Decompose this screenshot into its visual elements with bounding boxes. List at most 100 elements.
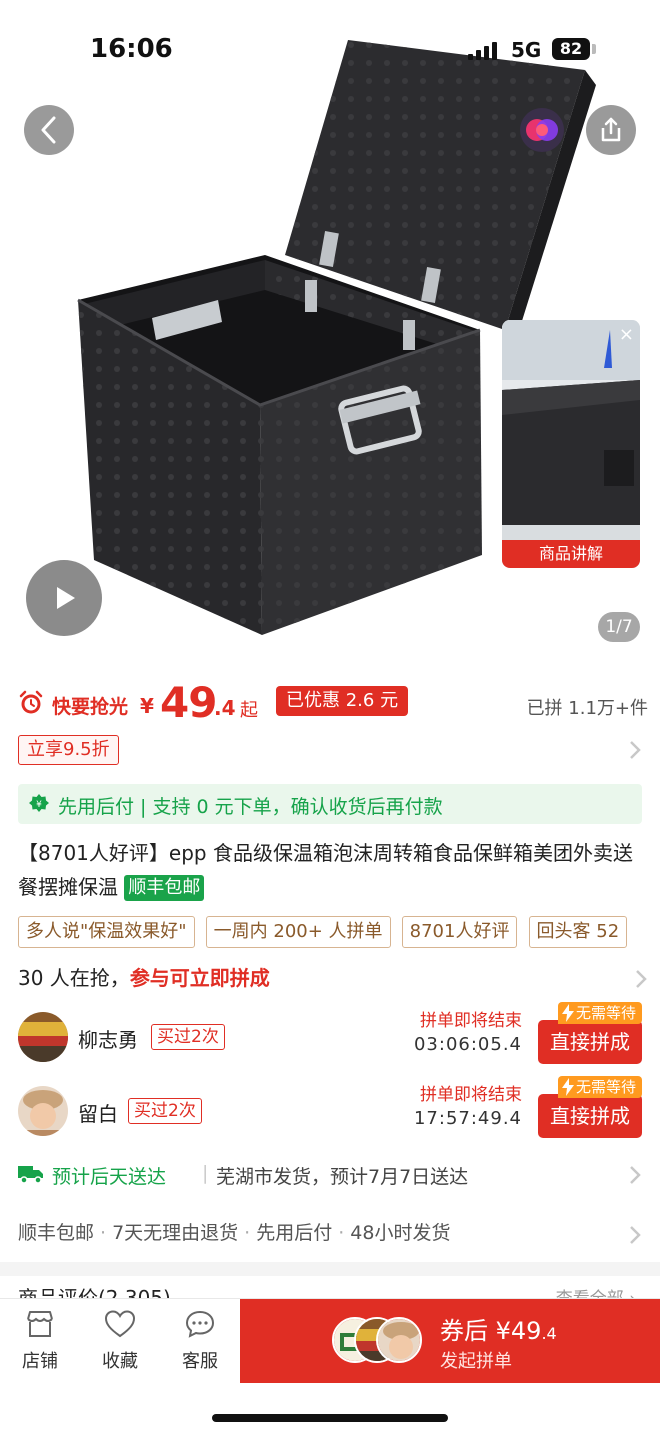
product-title: 【8701人好评】epp 食品级保温箱泡沫周转箱食品保鲜箱美团外卖送餐摆摊保温 … [18, 836, 648, 904]
play-video-button[interactable] [26, 560, 102, 636]
nav-store[interactable]: 店铺 [10, 1309, 70, 1373]
discount-badge: 已优惠 2.6 元 [276, 686, 409, 716]
no-wait-badge: 无需等待 [557, 1076, 642, 1098]
home-indicator[interactable] [212, 1414, 448, 1422]
chevron-right-icon [630, 1226, 641, 1244]
play-icon [57, 587, 75, 609]
service-dot: · [100, 1222, 107, 1244]
service-dot: · [244, 1222, 251, 1244]
avatar-image [18, 1012, 68, 1062]
store-icon [27, 1311, 53, 1337]
avatar [376, 1317, 422, 1363]
group-row: 留白 买过2次 拼单即将结束 17:57:49.4 直接拼成 无需等待 [18, 1076, 642, 1140]
nav-favorite[interactable]: 收藏 [90, 1309, 150, 1373]
pay-after-text: 先用后付 | 支持 0 元下单，确认收货后再付款 [58, 796, 443, 818]
heart-bubble-icon [526, 119, 558, 141]
status-bar: 16:06 5G 82 [0, 0, 660, 100]
nav-label: 客服 [182, 1351, 218, 1372]
no-wait-badge: 无需等待 [557, 1002, 642, 1024]
truck-icon [18, 1166, 43, 1184]
join-group-button[interactable]: 直接拼成 [538, 1094, 642, 1138]
shipping-detail: 芜湖市发货，预计7月7日送达 [216, 1166, 469, 1188]
group-countdown: 03:06:05.4 [413, 1034, 522, 1055]
no-wait-label: 无需等待 [575, 1004, 636, 1022]
service-item: 顺丰包邮 [18, 1222, 95, 1244]
grab-count: 30 人在抢， [18, 966, 130, 990]
bought-badge: 买过2次 [128, 1098, 202, 1124]
floating-assistant-button[interactable] [520, 108, 564, 152]
explainer-video-thumbnail[interactable]: × 商品讲解 [502, 320, 640, 568]
alarm-clock-icon [19, 690, 43, 714]
member-name: 留白 [78, 1102, 118, 1126]
pay-later-icon: ¥ [29, 794, 49, 812]
avatar [18, 1012, 68, 1062]
group-countdown: 17:57:49.4 [413, 1108, 522, 1129]
pay-after-banner[interactable]: ¥ 先用后付 | 支持 0 元下单，确认收货后再付款 [18, 784, 642, 824]
svg-text:¥: ¥ [36, 800, 42, 810]
chat-icon [185, 1310, 215, 1338]
video-preview-image [502, 320, 640, 568]
join-group-button[interactable]: 直接拼成 [538, 1020, 642, 1064]
product-gallery[interactable]: 16:06 5G 82 × 商品讲解 1/7 [0, 0, 660, 665]
nav-label: 店铺 [22, 1351, 58, 1372]
battery-tip [592, 44, 596, 54]
no-wait-label: 无需等待 [575, 1078, 636, 1096]
share-button[interactable] [586, 105, 636, 155]
sold-count: 已拼 1.1万+件 [526, 698, 648, 719]
coupon-tag: 立享9.5折 [18, 735, 119, 765]
shipping-row[interactable]: 预计后天送达 | 芜湖市发货，预计7月7日送达 [18, 1158, 642, 1192]
video-close-button[interactable]: × [619, 324, 634, 345]
tag-item[interactable]: 一周内 200+ 人拼单 [205, 916, 391, 948]
back-button[interactable] [24, 105, 74, 155]
product-title-text: 【8701人好评】epp 食品级保温箱泡沫周转箱食品保鲜箱美团外卖送餐摆摊保温 [18, 841, 633, 899]
cta-price-main: 券后 ¥49 [440, 1317, 542, 1345]
service-item: 先用后付 [256, 1222, 333, 1244]
bought-badge: 买过2次 [151, 1024, 225, 1050]
nav-label: 收藏 [102, 1351, 138, 1372]
price-integer: 49 [160, 678, 217, 727]
currency-symbol: ¥ [140, 694, 154, 718]
shipping-tag: 顺丰包邮 [124, 875, 205, 901]
chevron-right-icon [636, 970, 647, 988]
flash-sale-label: 快要抢光 [52, 696, 129, 718]
group-ending-label: 拼单即将结束 [420, 1011, 522, 1031]
group-ending-label: 拼单即将结束 [420, 1085, 522, 1105]
status-time: 16:06 [90, 34, 173, 64]
cta-subtitle: 发起拼单 [440, 1351, 512, 1372]
cta-price: 券后 ¥49.4 [440, 1311, 557, 1346]
tag-item[interactable]: 多人说"保温效果好" [18, 916, 195, 948]
signal-icon [468, 40, 502, 60]
start-group-buy-button[interactable]: 券后 ¥49.4 发起拼单 [240, 1299, 660, 1383]
lightning-icon [561, 1078, 574, 1096]
coupon-row[interactable]: 立享9.5折 [18, 735, 642, 767]
cta-avatar-stack [332, 1317, 422, 1365]
price-decimal: .4 [214, 696, 236, 720]
delivery-estimate: 预计后天送达 [52, 1166, 167, 1188]
heart-icon [104, 1310, 136, 1338]
section-divider [0, 1262, 660, 1276]
member-name: 柳志勇 [78, 1028, 138, 1052]
chevron-left-icon [41, 116, 56, 144]
avatar-image [18, 1086, 68, 1136]
chevron-right-icon [630, 1166, 641, 1184]
avatar [18, 1086, 68, 1136]
service-dot: · [338, 1222, 345, 1244]
tag-item[interactable]: 8701人好评 [401, 916, 518, 948]
video-caption: 商品讲解 [502, 540, 640, 568]
service-item: 7天无理由退货 [112, 1222, 239, 1244]
join-button-label: 直接拼成 [550, 1104, 630, 1128]
tag-item[interactable]: 回头客 52 [528, 916, 628, 948]
network-label: 5G [511, 38, 542, 62]
join-prompt: 参与可立即拼成 [129, 966, 270, 990]
price-suffix: 起 [240, 700, 258, 721]
group-buy-header[interactable]: 30 人在抢，参与可立即拼成 [18, 962, 648, 996]
shipping-separator: | [202, 1162, 209, 1184]
nav-customer-service[interactable]: 客服 [170, 1309, 230, 1373]
group-row: 柳志勇 买过2次 拼单即将结束 03:06:05.4 直接拼成 无需等待 [18, 1002, 642, 1066]
service-guarantees[interactable]: 顺丰包邮 · 7天无理由退货 · 先用后付 · 48小时发货 [18, 1218, 642, 1252]
product-tags[interactable]: 多人说"保温效果好" 一周内 200+ 人拼单 8701人好评 回头客 52 [18, 916, 660, 950]
battery-icon: 82 [552, 38, 590, 60]
join-button-label: 直接拼成 [550, 1030, 630, 1054]
price-row: 快要抢光 ¥ 49 .4 起 已优惠 2.6 元 已拼 1.1万+件 [18, 678, 648, 727]
gallery-page-indicator: 1/7 [598, 612, 640, 642]
